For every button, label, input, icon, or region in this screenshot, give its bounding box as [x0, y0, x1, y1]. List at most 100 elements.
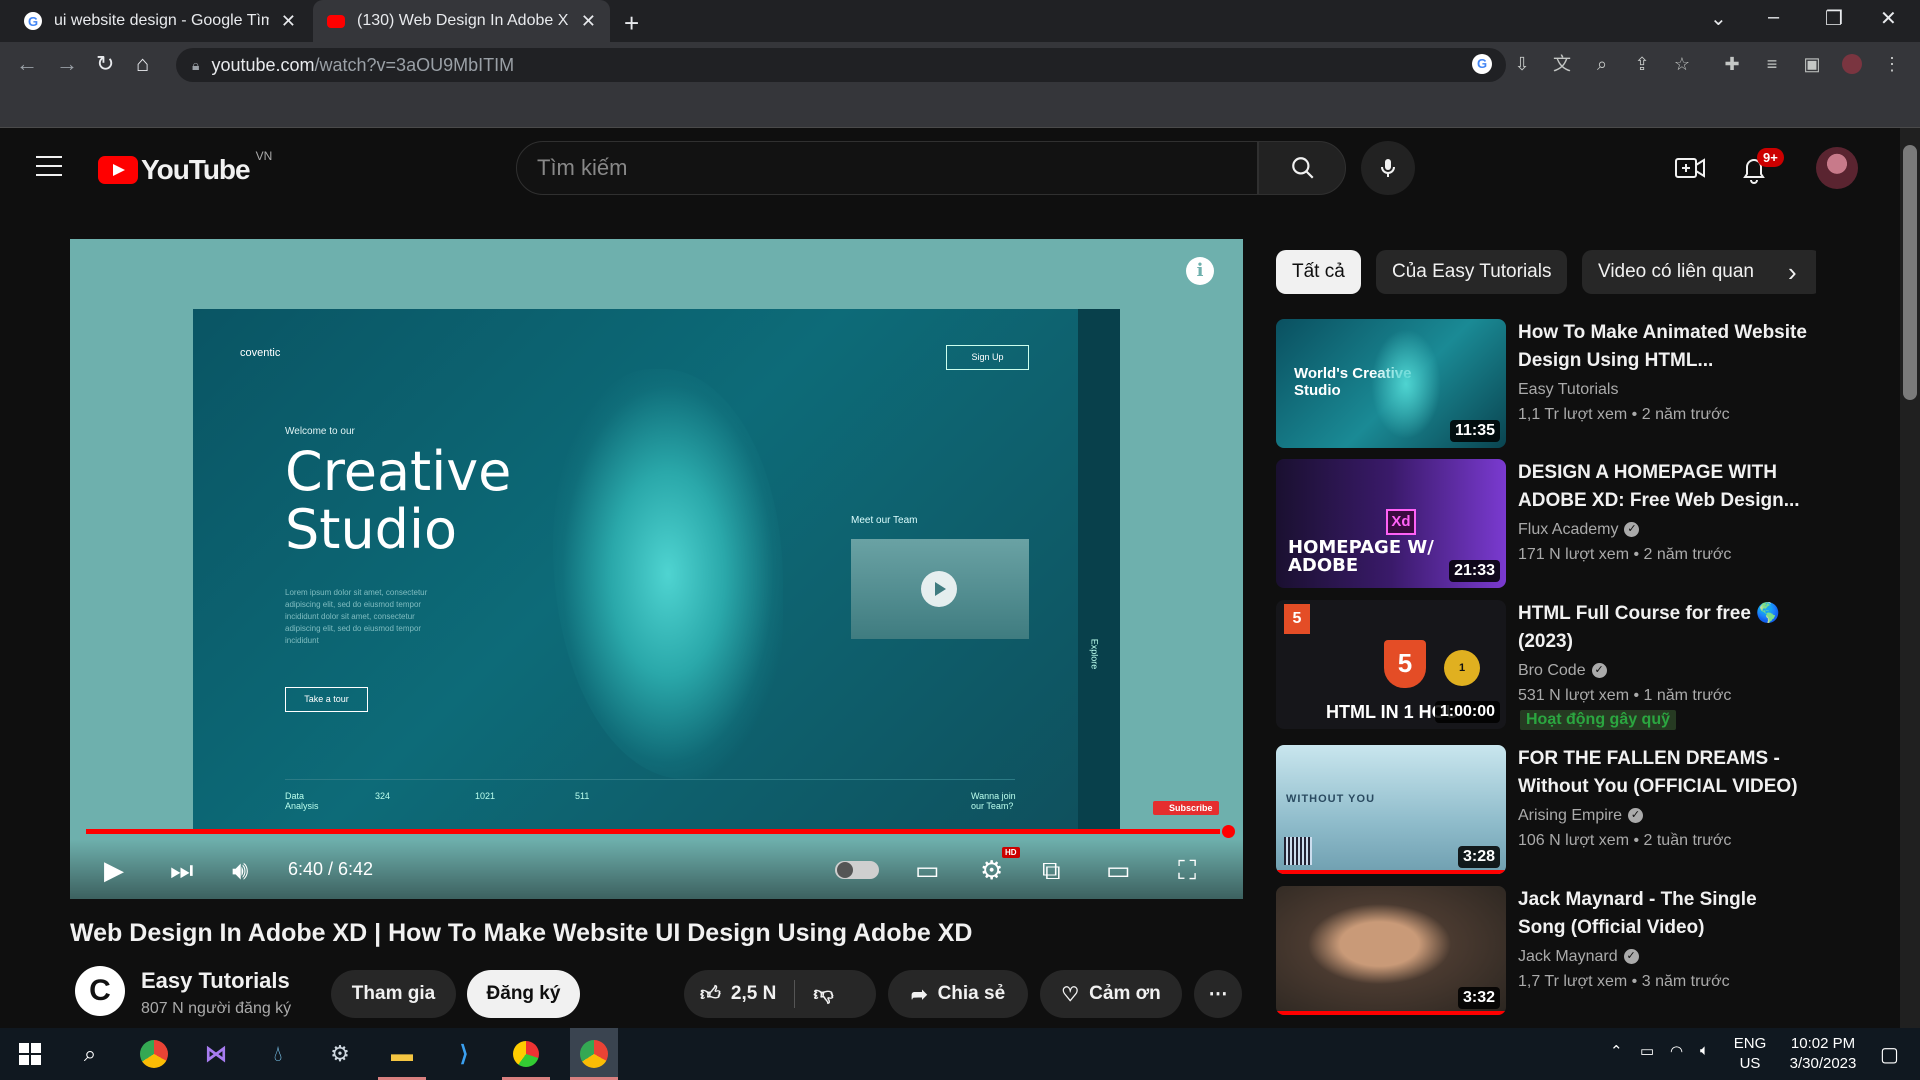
search-input[interactable]: Tìm kiếm	[516, 141, 1258, 195]
chrome-active-icon[interactable]	[570, 1028, 618, 1080]
video-player[interactable]: coventic Sign Up Welcome to our Creative…	[70, 239, 1243, 899]
battery-icon[interactable]: ▭	[1640, 1042, 1654, 1060]
channel-name[interactable]: Jack Maynard	[1518, 948, 1618, 965]
close-tab-icon[interactable]: ✕	[581, 11, 596, 32]
theater-mode-icon[interactable]: ▭	[1106, 855, 1131, 886]
profile-avatar[interactable]	[1842, 54, 1862, 74]
chip-channel[interactable]: Của Easy Tutorials	[1376, 250, 1568, 294]
video-thumbnail[interactable]: Xd HOMEPAGE W/ ADOBE 21:33	[1276, 459, 1506, 588]
clock-date: 3/30/2023	[1789, 1055, 1857, 1072]
file-explorer-icon[interactable]: ▬	[384, 1036, 420, 1072]
menu-icon[interactable]	[36, 156, 62, 183]
system-clock[interactable]: 10:02 PM 3/30/2023	[1778, 1034, 1868, 1074]
chip-all[interactable]: Tất cả	[1276, 250, 1361, 294]
video-title[interactable]: Jack Maynard - The Single Song (Official…	[1518, 886, 1808, 942]
windows-start-icon[interactable]	[12, 1036, 48, 1072]
visual-studio-icon[interactable]: ⋈	[198, 1036, 234, 1072]
play-icon[interactable]: ▶	[104, 855, 124, 886]
close-tab-icon[interactable]: ✕	[281, 11, 296, 32]
youtube-logo[interactable]: YouTube VN	[98, 149, 272, 186]
volume-icon[interactable]: 🔊︎	[232, 855, 248, 887]
video-thumbnail[interactable]: World's Creative Studio 11:35	[1276, 319, 1506, 448]
menu-dots-icon[interactable]: ⋮	[1882, 54, 1902, 74]
window-close-icon[interactable]: ✕	[1880, 6, 1897, 31]
new-tab-icon[interactable]: +	[624, 8, 639, 39]
channel-name[interactable]: Easy Tutorials	[1518, 381, 1618, 399]
chrome-taskbar-icon[interactable]	[136, 1036, 172, 1072]
extensions-icon[interactable]: ✚	[1722, 54, 1742, 74]
tab-youtube[interactable]: (130) Web Design In Adobe XD | ✕	[313, 0, 610, 42]
settings-icon[interactable]: ⚙︎	[980, 855, 1003, 886]
create-video-icon	[1675, 158, 1705, 178]
chevron-right-icon[interactable]: ›	[1788, 257, 1797, 288]
progress-bar[interactable]	[86, 829, 1220, 834]
colorful-app-icon[interactable]	[508, 1036, 544, 1072]
video-title[interactable]: FOR THE FALLEN DREAMS - Without You (OFF…	[1518, 745, 1808, 801]
more-actions-button[interactable]: ⋯	[1194, 970, 1242, 1018]
forward-icon[interactable]: →	[56, 51, 78, 77]
share-icon[interactable]: ⇪	[1632, 54, 1652, 74]
side-panel-icon[interactable]: ▣	[1802, 54, 1822, 74]
fullscreen-icon[interactable]: ⛶	[1178, 855, 1196, 887]
reload-icon[interactable]: ↻	[96, 51, 114, 77]
account-avatar[interactable]	[1816, 147, 1858, 189]
channel-name[interactable]: Arising Empire	[1518, 807, 1622, 824]
wifi-icon[interactable]: ◠	[1670, 1042, 1683, 1060]
channel-name[interactable]: Easy Tutorials	[141, 968, 290, 994]
video-thumbnail[interactable]: 3:32	[1276, 886, 1506, 1015]
back-icon[interactable]: ←	[16, 51, 38, 77]
install-icon[interactable]: ⇩	[1512, 54, 1532, 74]
video-thumbnail[interactable]: WITHOUT YOU 3:28	[1276, 745, 1506, 874]
video-title[interactable]: DESIGN A HOMEPAGE WITH ADOBE XD: Free We…	[1518, 459, 1808, 515]
like-icon[interactable]: 👍︎	[700, 982, 721, 1006]
info-icon[interactable]: i	[1186, 257, 1214, 285]
like-count[interactable]: 2,5 N	[731, 983, 776, 1005]
voice-search-button[interactable]	[1361, 141, 1415, 195]
taskbar-search-icon[interactable]: ⌕	[72, 1036, 108, 1072]
progress-scrubber[interactable]	[1222, 825, 1235, 838]
subscribe-button[interactable]: Đăng ký	[467, 970, 580, 1018]
recommendation-item[interactable]: 3:32 Jack Maynard - The Single Song (Off…	[1276, 886, 1816, 1016]
next-icon[interactable]: ⏭︎	[170, 855, 193, 887]
speaker-icon[interactable]: 🔈︎	[1700, 1042, 1709, 1059]
tab-search-icon[interactable]: ⌄	[1710, 6, 1727, 31]
minimize-icon[interactable]: –	[1768, 6, 1779, 29]
subtitles-icon[interactable]: ▭	[915, 855, 940, 886]
video-thumbnail[interactable]: 5 5 1 HTML IN 1 HOU 1:00:00	[1276, 600, 1506, 729]
channel-name[interactable]: Bro Code	[1518, 662, 1586, 679]
drop-app-icon[interactable]: 💧︎	[260, 1036, 296, 1072]
create-video-button[interactable]	[1675, 156, 1705, 182]
dislike-icon[interactable]: 👎︎	[813, 982, 833, 1006]
video-title[interactable]: HTML Full Course for free 🌎 (2023)	[1518, 600, 1808, 656]
recommendation-item[interactable]: Xd HOMEPAGE W/ ADOBE 21:33 DESIGN A HOME…	[1276, 459, 1816, 589]
language-indicator[interactable]: ENG US	[1732, 1034, 1768, 1074]
steam-icon[interactable]: ⚙︎	[322, 1036, 358, 1072]
recommendation-item[interactable]: World's Creative Studio 11:35 How To Mak…	[1276, 319, 1816, 449]
reading-list-icon[interactable]: ≡	[1762, 54, 1782, 74]
tab-google-search[interactable]: G ui website design - Google Tìm k ✕	[10, 0, 310, 42]
channel-avatar[interactable]: C	[75, 966, 125, 1016]
chip-related[interactable]: Video có liên quan	[1582, 250, 1816, 294]
vscode-icon[interactable]: ⟩	[446, 1036, 482, 1072]
zoom-icon[interactable]: ⌕	[1592, 54, 1612, 74]
recommendation-item[interactable]: 5 5 1 HTML IN 1 HOU 1:00:00 HTML Full Co…	[1276, 600, 1816, 730]
recommendation-item[interactable]: WITHOUT YOU 3:28 FOR THE FALLEN DREAMS -…	[1276, 745, 1816, 875]
thanks-button[interactable]: ♡ Cảm ơn	[1040, 970, 1182, 1018]
home-icon[interactable]: ⌂	[136, 51, 149, 77]
join-button[interactable]: Tham gia	[331, 970, 456, 1018]
maximize-icon[interactable]: ❐	[1825, 6, 1843, 31]
address-bar[interactable]: 🔒︎ youtube.com/watch?v=3aOU9MbITIM	[176, 48, 1506, 82]
miniplayer-icon[interactable]: ⧉	[1042, 855, 1061, 887]
bookmark-star-icon[interactable]: ☆	[1672, 54, 1692, 74]
search-button[interactable]	[1258, 141, 1346, 195]
video-title[interactable]: How To Make Animated Website Design Usin…	[1518, 319, 1808, 375]
translate-icon[interactable]: 文	[1552, 54, 1572, 74]
subscribe-watermark[interactable]: Subscribe	[1153, 801, 1219, 815]
channel-name[interactable]: Flux Academy	[1518, 521, 1618, 538]
autoplay-toggle[interactable]	[835, 861, 879, 879]
notification-center-icon[interactable]: ▢	[1880, 1042, 1899, 1067]
scrollbar-thumb[interactable]	[1903, 145, 1917, 400]
show-hidden-icons[interactable]: ⌃	[1610, 1042, 1623, 1060]
google-lens-icon[interactable]: G	[1472, 54, 1492, 74]
share-button[interactable]: ➦ Chia sẻ	[888, 970, 1028, 1018]
